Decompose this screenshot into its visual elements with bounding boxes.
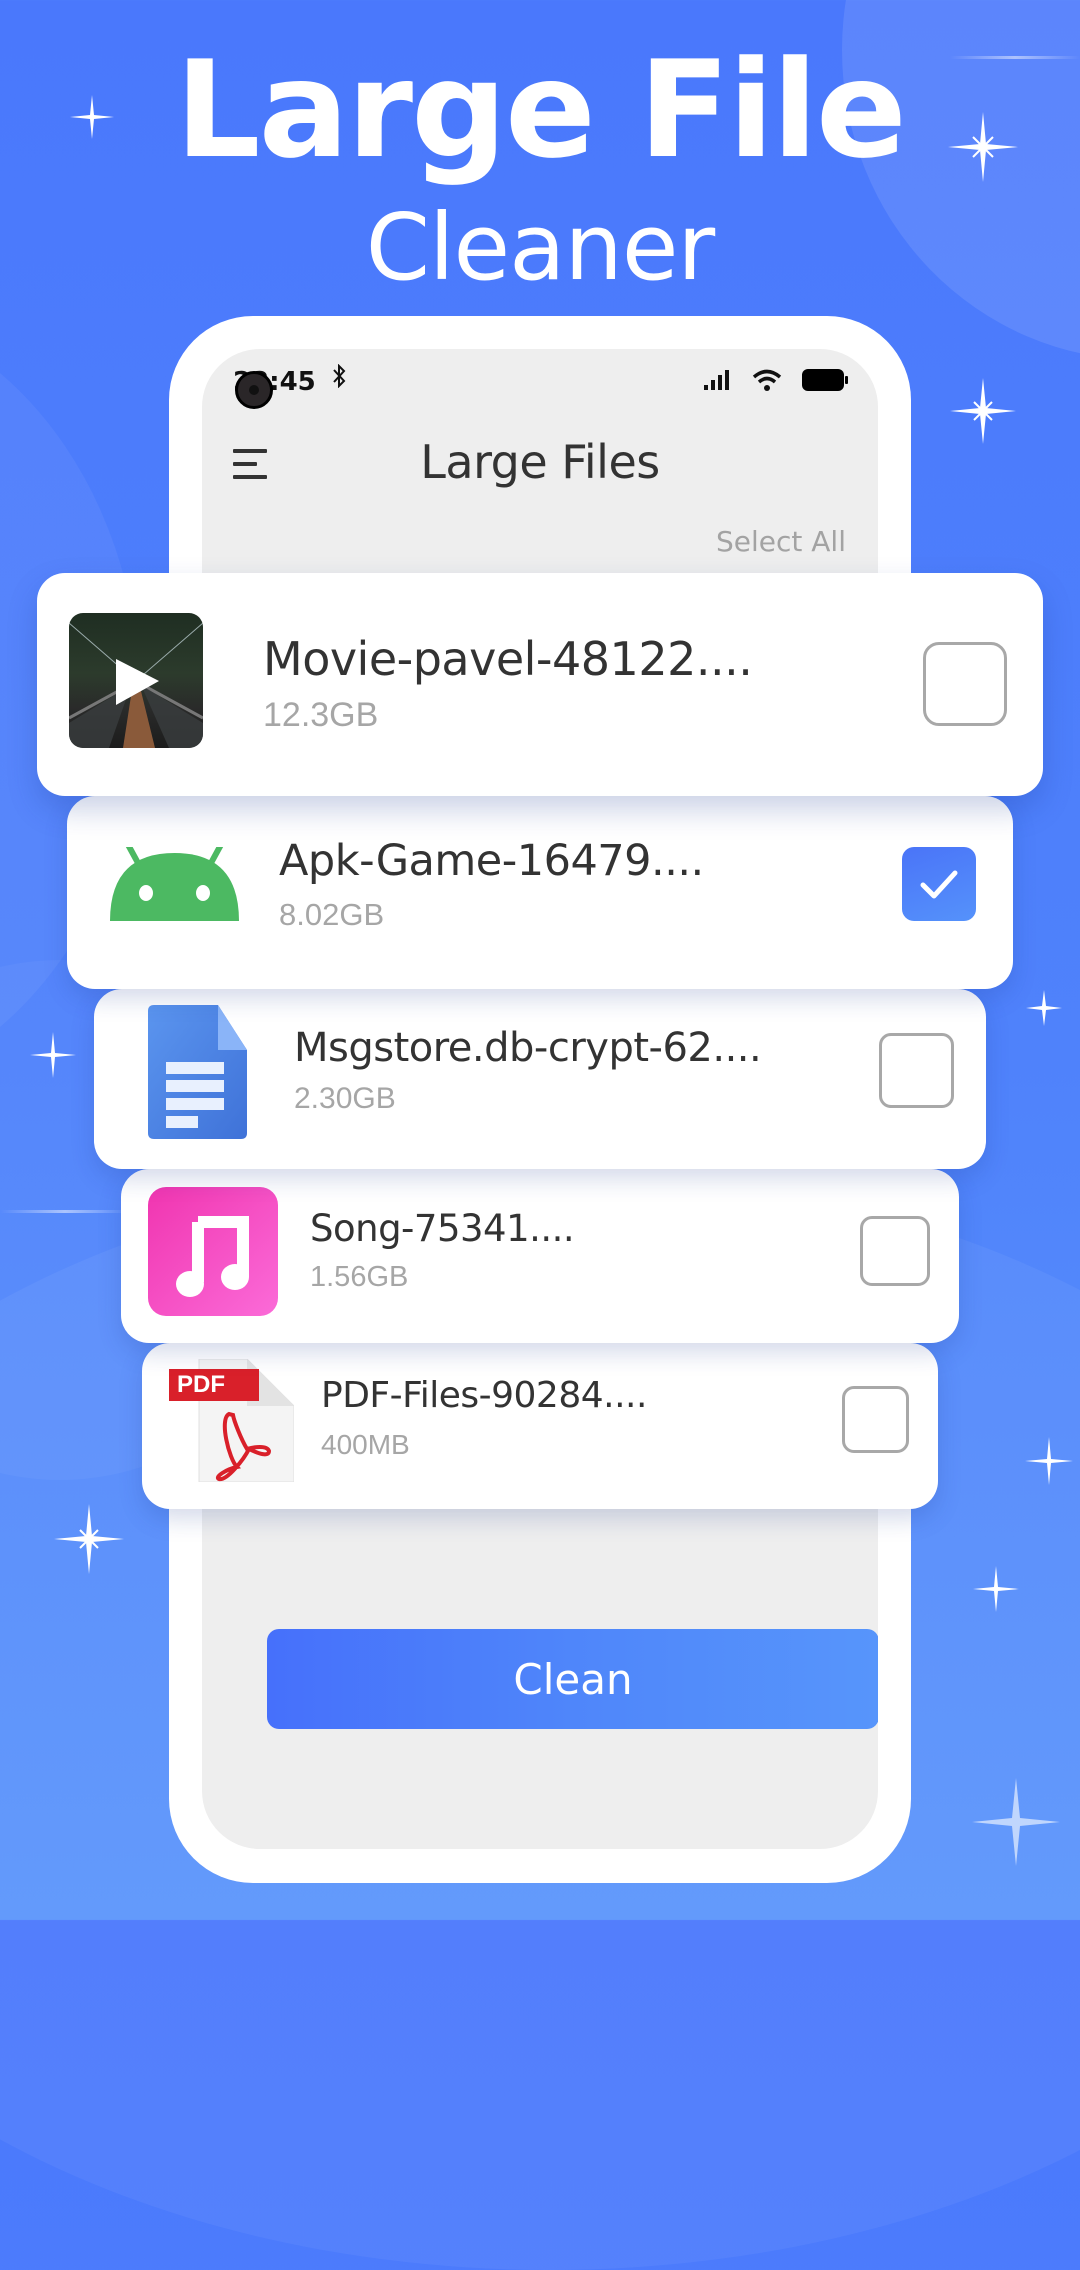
camera-punch-hole (235, 371, 273, 409)
file-size: 12.3GB (263, 696, 379, 734)
sparkle-icon (1025, 1437, 1073, 1485)
file-list-item[interactable]: Apk-Game-16479.... 8.02GB (67, 796, 1013, 989)
music-icon (148, 1187, 278, 1316)
video-thumbnail-icon (69, 613, 203, 748)
app-bar-title: Large Files (420, 435, 660, 489)
battery-icon (802, 369, 848, 396)
file-list-item[interactable]: Song-75341.... 1.56GB (121, 1169, 959, 1343)
file-name: Apk-Game-16479.... (279, 836, 704, 886)
file-size: 2.30GB (294, 1082, 396, 1115)
sparkle-icon (30, 1032, 76, 1078)
wifi-icon (752, 369, 782, 396)
android-icon (110, 838, 239, 921)
checkmark-icon (920, 870, 958, 899)
file-checkbox[interactable] (923, 642, 1007, 726)
file-checkbox[interactable] (860, 1216, 930, 1286)
file-checkbox-checked[interactable] (902, 847, 976, 921)
sparkle-icon (972, 1778, 1060, 1866)
light-streak (0, 1210, 130, 1213)
sparkle-icon (950, 378, 1016, 444)
promo-title: Large File (175, 32, 907, 188)
file-name: PDF-Files-90284.... (321, 1375, 647, 1416)
bluetooth-icon (332, 363, 346, 395)
file-size: 1.56GB (310, 1261, 409, 1293)
file-list-item[interactable]: Movie-pavel-48122.... 12.3GB (37, 573, 1043, 796)
pdf-icon: PDF (169, 1358, 295, 1483)
sparkle-icon (973, 1566, 1019, 1612)
sparkle-icon (54, 1504, 124, 1574)
select-all-button[interactable]: Select All (716, 525, 846, 558)
file-name: Movie-pavel-48122.... (263, 632, 753, 686)
promo-subtitle: Cleaner (365, 194, 716, 301)
file-name: Msgstore.db-crypt-62.... (294, 1025, 762, 1071)
file-checkbox[interactable] (842, 1386, 909, 1453)
file-size: 400MB (321, 1429, 410, 1460)
file-name: Song-75341.... (310, 1207, 575, 1250)
pdf-badge-label: PDF (177, 1371, 225, 1398)
document-icon (148, 1005, 247, 1139)
status-icons (704, 369, 848, 396)
clean-button[interactable]: Clean (267, 1629, 878, 1729)
file-list-item[interactable]: Msgstore.db-crypt-62.... 2.30GB (94, 989, 986, 1169)
file-size: 8.02GB (279, 897, 385, 932)
sparkle-icon (1026, 990, 1062, 1026)
signal-icon (704, 369, 732, 396)
file-list-item[interactable]: PDF PDF-Files-90284.... 400MB (142, 1343, 938, 1509)
file-checkbox[interactable] (879, 1033, 954, 1108)
